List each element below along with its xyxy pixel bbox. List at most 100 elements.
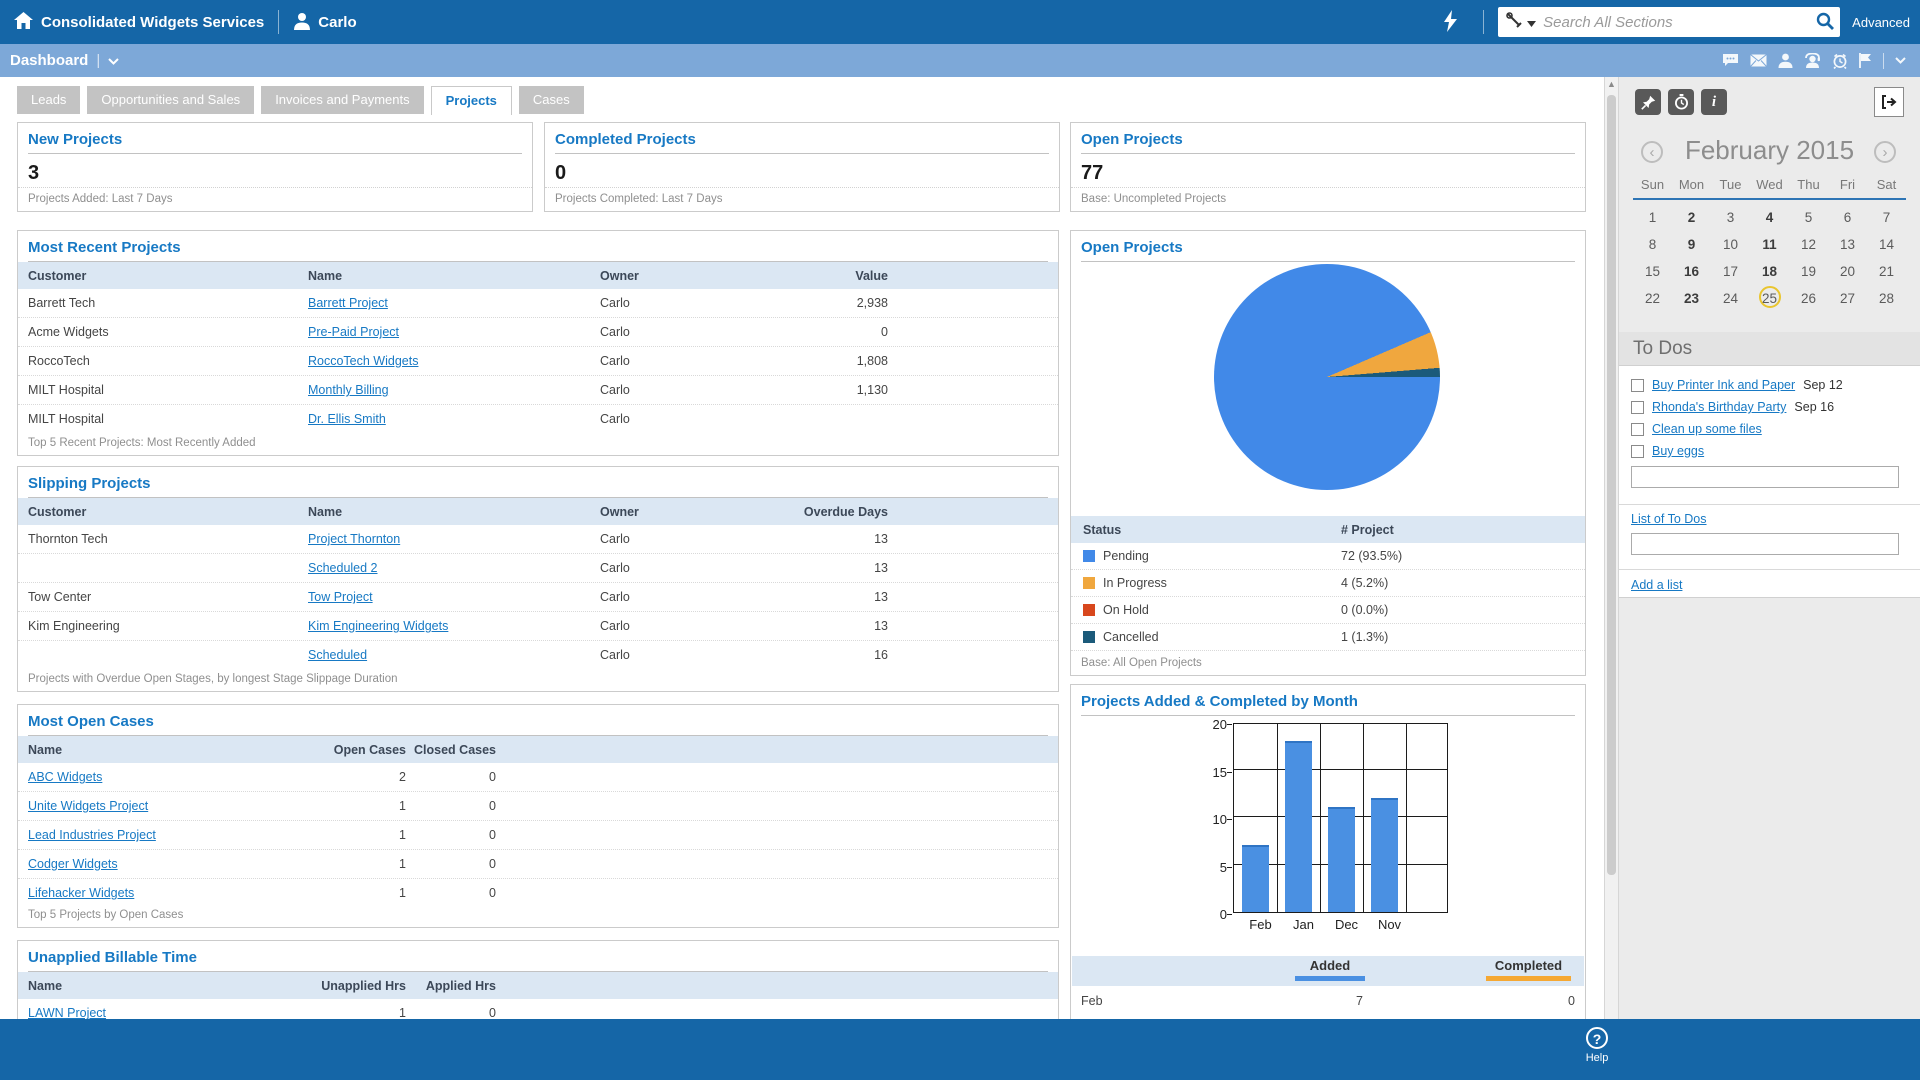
todo-checkbox[interactable] (1631, 379, 1644, 392)
alarm-clock-icon[interactable] (1832, 53, 1848, 69)
calendar-day-9[interactable]: 9 (1672, 231, 1711, 258)
headset-agent-icon[interactable] (1804, 53, 1821, 68)
record-link[interactable]: Scheduled 2 (308, 561, 600, 575)
search-scope-icon[interactable] (1506, 12, 1523, 32)
todo-checkbox[interactable] (1631, 445, 1644, 458)
calendar-day-2[interactable]: 2 (1672, 204, 1711, 231)
quick-actions-icon[interactable] (1444, 10, 1457, 35)
legend-swatch (1083, 550, 1095, 562)
calendar-day-12[interactable]: 12 (1789, 231, 1828, 258)
todo-link[interactable]: Buy eggs (1652, 444, 1704, 458)
calendar-day-11[interactable]: 11 (1750, 231, 1789, 258)
record-link[interactable]: Kim Engineering Widgets (308, 619, 600, 633)
calendar-day-28[interactable]: 28 (1867, 285, 1906, 312)
series-tab-completed[interactable]: Completed (1486, 958, 1571, 981)
calendar-next-icon[interactable]: › (1874, 141, 1896, 163)
add-a-list-link[interactable]: Add a list (1631, 578, 1682, 592)
todo-link[interactable]: Clean up some files (1652, 422, 1762, 436)
record-link[interactable]: LAWN Project (28, 1006, 266, 1020)
series-tab-added[interactable]: Added (1295, 958, 1365, 981)
advanced-search-link[interactable]: Advanced (1852, 15, 1910, 30)
record-link[interactable]: RoccoTech Widgets (308, 354, 600, 368)
record-link[interactable]: Monthly Billing (308, 383, 600, 397)
current-user[interactable]: Carlo (318, 14, 356, 31)
tab-invoices-and-payments[interactable]: Invoices and Payments (261, 86, 423, 114)
record-link[interactable]: Barrett Project (308, 296, 600, 310)
todo-link[interactable]: Buy Printer Ink and Paper (1652, 378, 1795, 392)
todo-checkbox[interactable] (1631, 423, 1644, 436)
record-link[interactable]: Scheduled (308, 648, 600, 662)
search-box[interactable] (1498, 7, 1840, 37)
record-link[interactable]: Pre-Paid Project (308, 325, 600, 339)
chat-icon[interactable] (1722, 53, 1739, 68)
calendar-day-5[interactable]: 5 (1789, 204, 1828, 231)
record-link[interactable]: Tow Project (308, 590, 600, 604)
record-link[interactable]: Project Thornton (308, 532, 600, 546)
home-icon[interactable] (14, 12, 33, 32)
collapse-panel-icon[interactable] (1874, 87, 1904, 117)
calendar-day-26[interactable]: 26 (1789, 285, 1828, 312)
calendar-day-10[interactable]: 10 (1711, 231, 1750, 258)
pin-icon[interactable] (1635, 89, 1661, 115)
search-input[interactable] (1541, 13, 1816, 32)
calendar-day-13[interactable]: 13 (1828, 231, 1867, 258)
calendar-day-14[interactable]: 14 (1867, 231, 1906, 258)
info-icon[interactable]: i (1701, 89, 1727, 115)
legend-swatch (1083, 631, 1095, 643)
new-list-input[interactable] (1631, 533, 1899, 555)
calendar-day-4[interactable]: 4 (1750, 204, 1789, 231)
calendar-day-22[interactable]: 22 (1633, 285, 1672, 312)
todo-link[interactable]: Rhonda's Birthday Party (1652, 400, 1786, 414)
calendar-day-7[interactable]: 7 (1867, 204, 1906, 231)
record-link[interactable]: Lifehacker Widgets (28, 886, 266, 900)
flag-icon[interactable] (1859, 53, 1872, 68)
record-link[interactable]: ABC Widgets (28, 770, 266, 784)
calendar-day-6[interactable]: 6 (1828, 204, 1867, 231)
calendar-day-21[interactable]: 21 (1867, 258, 1906, 285)
calendar-day-24[interactable]: 24 (1711, 285, 1750, 312)
calendar-day-3[interactable]: 3 (1711, 204, 1750, 231)
calendar-week: 891011121314 (1633, 231, 1906, 258)
calendar-day-1[interactable]: 1 (1633, 204, 1672, 231)
context-chevron-down-icon[interactable] (108, 53, 119, 68)
search-icon[interactable] (1816, 12, 1834, 33)
contact-icon[interactable] (1778, 53, 1793, 68)
tab-projects[interactable]: Projects (431, 86, 512, 115)
scrollbar-thumb[interactable] (1607, 95, 1616, 875)
calendar-day-19[interactable]: 19 (1789, 258, 1828, 285)
tab-leads[interactable]: Leads (17, 86, 80, 114)
record-link[interactable]: Codger Widgets (28, 857, 266, 871)
record-link[interactable]: Dr. Ellis Smith (308, 412, 600, 426)
list-of-todos-link[interactable]: List of To Dos (1631, 512, 1707, 526)
table-cell: Tow Center (28, 590, 308, 604)
calendar-day-16[interactable]: 16 (1672, 258, 1711, 285)
panel-chevron-down-icon[interactable] (1895, 57, 1906, 64)
calendar-day-27[interactable]: 27 (1828, 285, 1867, 312)
calendar-day-23[interactable]: 23 (1672, 285, 1711, 312)
most-open-cases-table: NameOpen CasesClosed CasesABC Widgets20U… (18, 736, 1058, 908)
calendar-day-25[interactable]: 25 (1750, 285, 1789, 312)
new-todo-input[interactable] (1631, 466, 1899, 488)
stopwatch-icon[interactable] (1668, 89, 1694, 115)
mail-icon[interactable] (1750, 54, 1767, 67)
table-cell: 1,130 (750, 383, 888, 397)
column-header: Customer (28, 269, 308, 283)
context-title[interactable]: Dashboard (10, 52, 88, 69)
user-icon[interactable] (293, 12, 311, 33)
search-scope-caret-icon[interactable] (1527, 15, 1536, 30)
scroll-up-icon[interactable]: ▲ (1605, 79, 1618, 89)
record-link[interactable]: Lead Industries Project (28, 828, 266, 842)
calendar-day-15[interactable]: 15 (1633, 258, 1672, 285)
todo-checkbox[interactable] (1631, 401, 1644, 414)
record-link[interactable]: Unite Widgets Project (28, 799, 266, 813)
calendar-week: 15161718192021 (1633, 258, 1906, 285)
calendar-day-17[interactable]: 17 (1711, 258, 1750, 285)
column-header: Open Cases (266, 743, 406, 757)
tab-cases[interactable]: Cases (519, 86, 584, 114)
table-cell: 1,808 (750, 354, 888, 368)
calendar-day-8[interactable]: 8 (1633, 231, 1672, 258)
calendar-day-18[interactable]: 18 (1750, 258, 1789, 285)
calendar-day-20[interactable]: 20 (1828, 258, 1867, 285)
tab-opportunities-and-sales[interactable]: Opportunities and Sales (87, 86, 254, 114)
help-button[interactable]: ? Help (1582, 1027, 1612, 1064)
